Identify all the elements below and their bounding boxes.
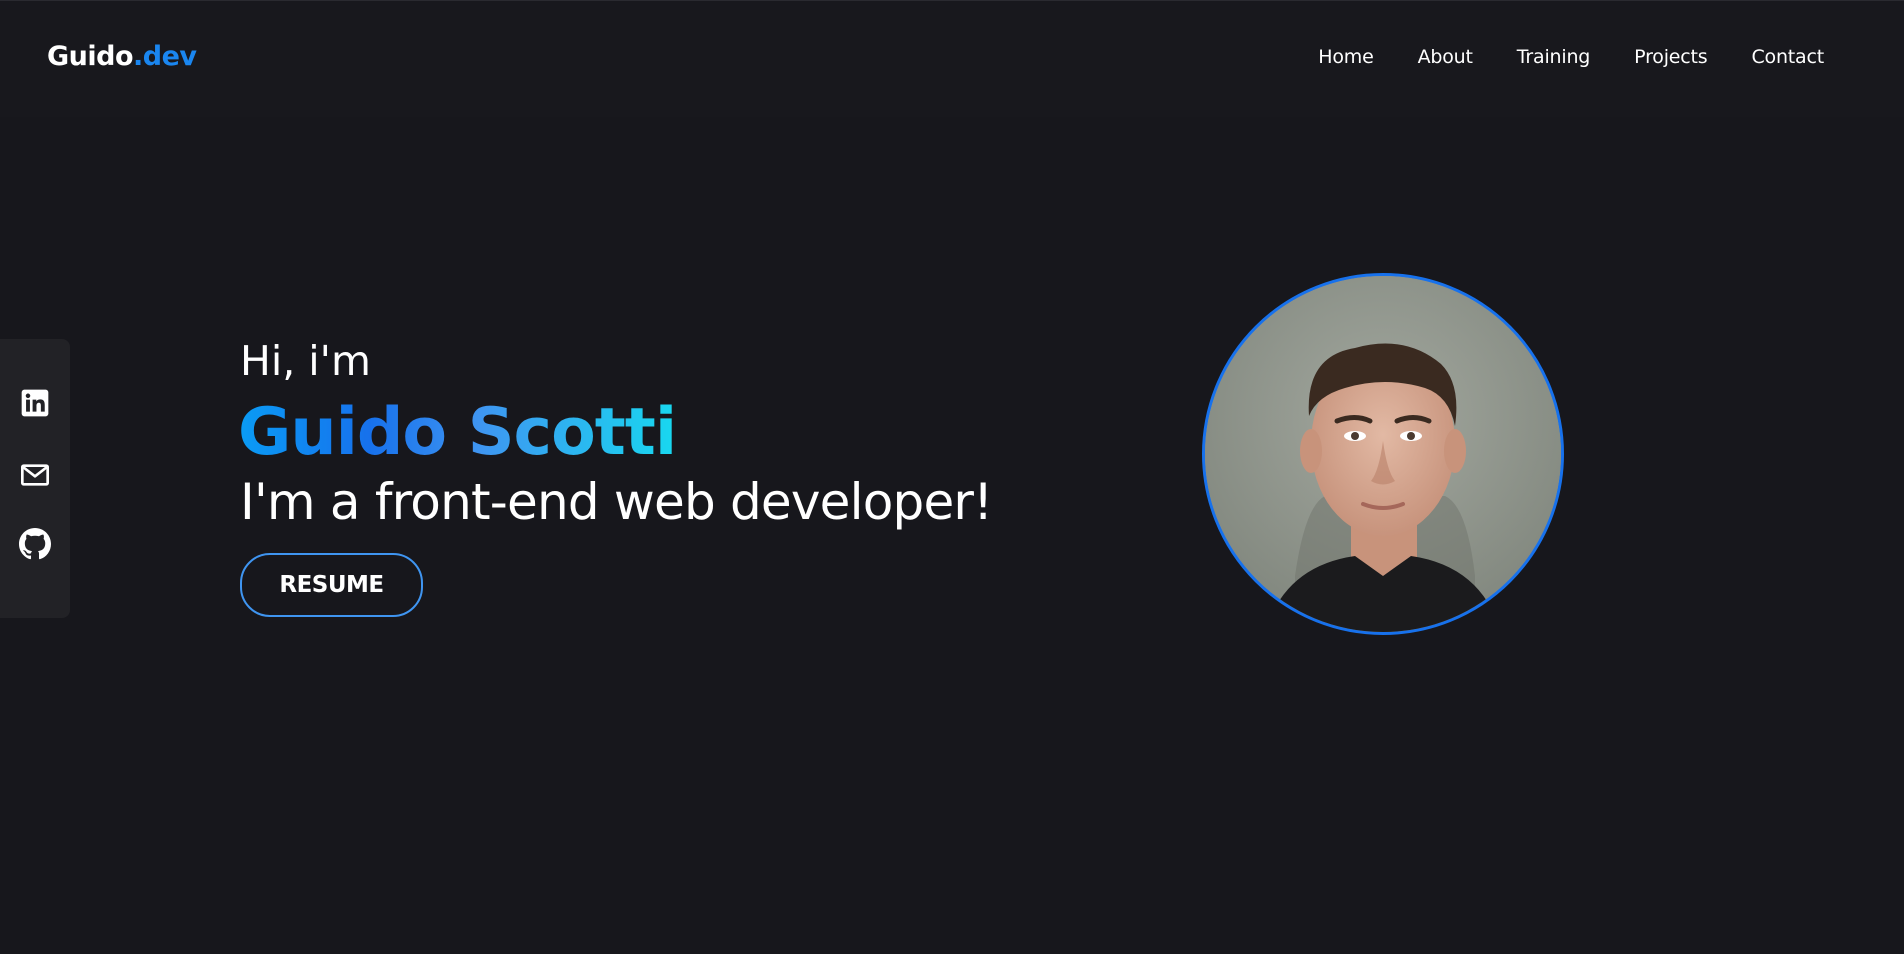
hero-greeting: Hi, i'm [240,337,371,385]
logo-tld: .dev [133,41,197,72]
site-header: Guido.dev Home About Training Projects C… [0,1,1904,117]
mail-icon [21,464,49,486]
logo-name: Guido [47,41,134,72]
nav-link-projects[interactable]: Projects [1634,46,1708,68]
main-nav: Home About Training Projects Contact [1318,46,1824,68]
social-sidebar [0,339,70,618]
page: Guido.dev Home About Training Projects C… [0,0,1904,954]
linkedin-icon [21,389,49,417]
profile-photo [1205,276,1561,632]
profile-avatar [1202,273,1564,635]
linkedin-link[interactable] [19,387,51,419]
hero-name: Guido Scotti [238,395,677,470]
hero-tagline: I'm a front-end web developer! [240,473,993,531]
github-icon [19,528,51,560]
resume-button[interactable]: RESUME [240,553,423,617]
nav-link-training[interactable]: Training [1517,46,1591,68]
nav-link-about[interactable]: About [1418,46,1473,68]
nav-link-home[interactable]: Home [1318,46,1374,68]
email-link[interactable] [19,459,51,491]
site-logo[interactable]: Guido.dev [47,41,197,72]
github-link[interactable] [19,528,51,560]
nav-link-contact[interactable]: Contact [1751,46,1824,68]
